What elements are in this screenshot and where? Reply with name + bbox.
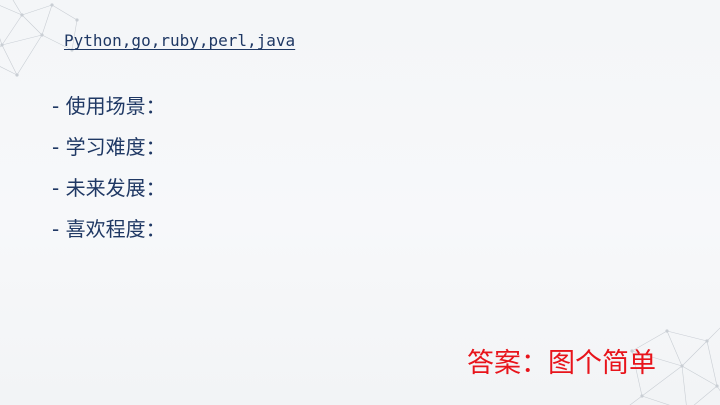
criteria-list: - 使用场景： - 学习难度： - 未来发展： - 喜欢程度： bbox=[52, 92, 166, 256]
presentation-slide: Python,go,ruby,perl,java - 使用场景： - 学习难度：… bbox=[0, 0, 720, 405]
list-item: - 学习难度： bbox=[52, 135, 166, 159]
languages-subtitle: Python,go,ruby,perl,java bbox=[64, 31, 296, 50]
list-item: - 未来发展： bbox=[52, 176, 166, 200]
list-item: - 喜欢程度： bbox=[52, 217, 166, 241]
answer-text: 答案：图个简单 bbox=[467, 348, 656, 379]
list-item: - 使用场景： bbox=[52, 94, 166, 118]
